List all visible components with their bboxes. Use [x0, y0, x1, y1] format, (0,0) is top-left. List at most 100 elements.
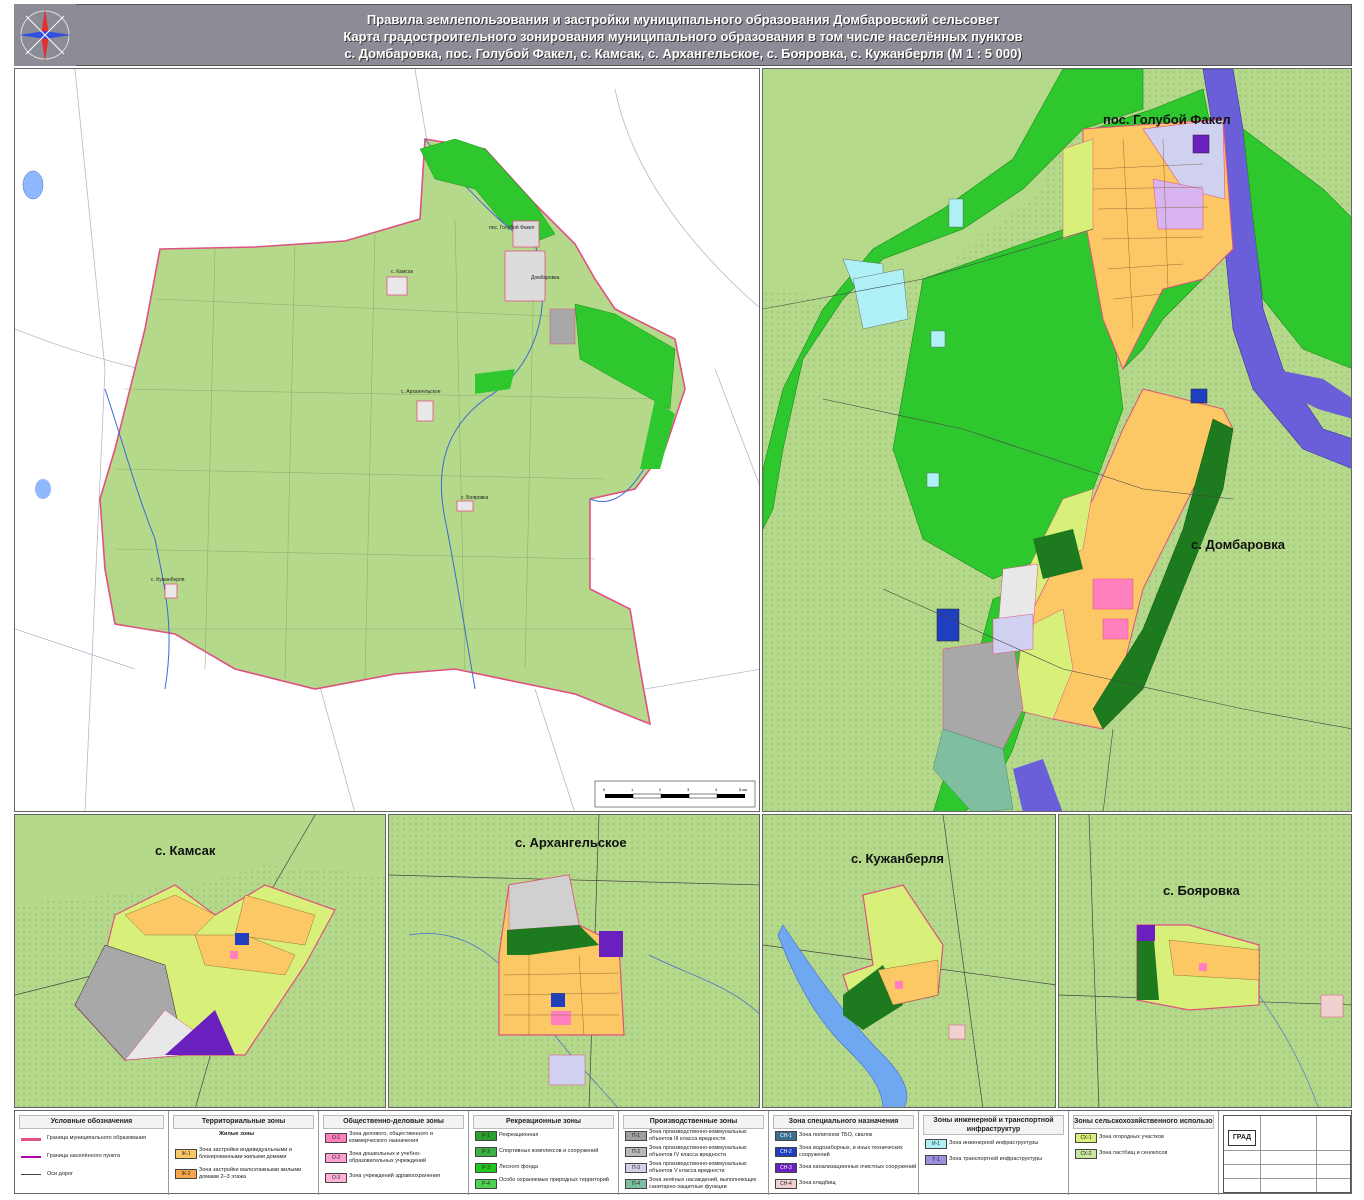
overview-settlement-kuzhanberlya[interactable]: [164, 583, 178, 599]
dombarovka-water-tech[interactable]: [1190, 388, 1208, 404]
kuzhanberlya-map-canvas[interactable]: с. Кужанберля: [763, 815, 1056, 1108]
legend-swatch-i1: И-1: [925, 1139, 947, 1149]
legend-swatch-o2: О-2: [325, 1153, 347, 1163]
dombarovka-title: с. Домбаровка: [1191, 537, 1286, 552]
dombarovka-public-center[interactable]: [1092, 578, 1134, 610]
golubov-special[interactable]: [1192, 134, 1210, 154]
legend-swatch-zh2: Ж-2: [175, 1169, 197, 1179]
legend-text-r4: Особо охраняемых природных территорий: [499, 1177, 609, 1183]
legend-municipal-boundary-line: [21, 1138, 41, 1141]
kamsak-title: с. Камсак: [155, 843, 216, 858]
overview-map-canvas[interactable]: пос. Голубой Факел Домбаровка с. Камсак …: [15, 69, 760, 812]
legend-text-o2: Зона дошкольных и учебно-образовательных…: [349, 1151, 427, 1164]
legend-text-zh1: Зона застройки индивидуальными и блокиро…: [199, 1147, 292, 1160]
legend-production: Производственные зоны П-1 Зона производс…: [619, 1111, 769, 1195]
legend-infrastructure: Зоны инженерной и транспортной инфрастру…: [919, 1111, 1069, 1195]
dombarovka-public-2[interactable]: [1102, 618, 1129, 640]
overview-label-kamsak: с. Камсак: [391, 269, 414, 275]
dombarovka-map-panel[interactable]: пос. Голубой Факел с. Домбаровка: [762, 68, 1352, 812]
overview-label-dombarovka: Домбаровка: [531, 275, 560, 281]
legend-settlement-boundary-text: Граница населённого пункта: [47, 1153, 120, 1159]
legend-text-r2: Спортивных комплексов и сооружений: [499, 1148, 599, 1154]
legend-text-p3: Зона производственно-коммунальных объект…: [649, 1161, 747, 1174]
legend-agricultural-title: Зоны сельскохозяйственного использования: [1073, 1115, 1214, 1129]
kuzhanberlya-map-panel[interactable]: с. Кужанберля: [762, 814, 1056, 1108]
legend-swatch-r2: Р-2: [475, 1147, 497, 1157]
infra-4: [948, 198, 964, 228]
legend-road-axis-text: Оси дорог: [47, 1171, 74, 1177]
legend-text-r3: Лесного фонда: [499, 1164, 538, 1170]
header-title-line3: с. Домбаровка, пос. Голубой Факел, с. Ка…: [344, 46, 1022, 61]
legend-swatch-t1: Т-1: [925, 1155, 947, 1165]
dombarovka-industrial[interactable]: [942, 638, 1024, 750]
boyarovka-cemetery[interactable]: [1320, 994, 1344, 1018]
legend-text-sn2: Зона водозаборных, и иных технических со…: [799, 1145, 903, 1158]
legend-public: Общественно-деловые зоны О-1 Зона делово…: [319, 1111, 469, 1195]
legend-text-sh1: Зона огородных участков: [1099, 1134, 1164, 1140]
scale-tick-5: 5 км: [739, 787, 747, 792]
overview-industrial: [549, 308, 576, 345]
dombarovka-water-tech-2[interactable]: [936, 608, 960, 642]
boyarovka-public[interactable]: [1199, 963, 1207, 971]
legend-territorial-title: Территориальные зоны: [173, 1115, 314, 1129]
map-legend: Условные обозначения Граница муниципальн…: [14, 1110, 1353, 1195]
arkhangelskoe-map-canvas[interactable]: с. Архангельское: [389, 815, 760, 1108]
legend-production-title: Производственные зоны: [623, 1115, 764, 1129]
kuzhanberlya-public[interactable]: [895, 981, 903, 989]
arkhangelskoe-map-panel[interactable]: с. Архангельское: [388, 814, 760, 1108]
infra-3: [930, 330, 946, 348]
kamsak-water-tech[interactable]: [235, 933, 249, 945]
kuzhanberlya-cemetery[interactable]: [948, 1024, 966, 1040]
boyarovka-map-panel[interactable]: с. Бояровка: [1058, 814, 1352, 1108]
dombarovka-industrial-v[interactable]: [992, 613, 1034, 655]
overview-label-boyarovka: с. Бояровка: [461, 495, 489, 501]
legend-swatch-p1: П-1: [625, 1131, 647, 1141]
overview-settlement-kamsak[interactable]: [386, 276, 408, 296]
kamsak-public[interactable]: [230, 951, 238, 959]
kamsak-map-canvas[interactable]: с. Камсак: [15, 815, 386, 1108]
kamsak-map-panel[interactable]: с. Камсак: [14, 814, 386, 1108]
arkhangelskoe-cemetery[interactable]: [548, 1054, 586, 1086]
legend-text-i1: Зона инженерной инфраструктуры: [949, 1140, 1039, 1146]
legend-swatch-sn2: СН-2: [775, 1147, 797, 1157]
legend-text-sn1: Зона полигонов ТБО, свалок: [799, 1132, 873, 1138]
arkhangelskoe-special[interactable]: [599, 931, 623, 957]
arkhangelskoe-public[interactable]: [551, 1011, 571, 1025]
header-title-line1: Правила землепользования и застройки мун…: [366, 12, 1000, 27]
legend-road-axis-line: [21, 1174, 41, 1175]
arkhangelskoe-title: с. Архангельское: [515, 835, 627, 850]
legend-swatch-sn4: СН-4: [775, 1179, 797, 1189]
legend-conventions: Условные обозначения Граница муниципальн…: [15, 1111, 169, 1195]
overview-map-panel[interactable]: пос. Голубой Факел Домбаровка с. Камсак …: [14, 68, 760, 812]
legend-text-t1: Зона транспортной инфраструктуры: [949, 1156, 1043, 1162]
legend-special: Зона специального назначения СН-1 Зона п…: [769, 1111, 919, 1195]
infra-5: [926, 472, 940, 488]
boyarovka-map-canvas[interactable]: с. Бояровка: [1059, 815, 1352, 1108]
legend-infrastructure-title: Зоны инженерной и транспортной инфрастру…: [923, 1115, 1064, 1135]
legend-text-r1: Рекреационная: [499, 1132, 539, 1138]
legend-swatch-r4: Р-4: [475, 1179, 497, 1189]
dombarovka-map-canvas[interactable]: пос. Голубой Факел с. Домбаровка: [763, 69, 1352, 812]
legend-swatch-zh1: Ж-1: [175, 1149, 197, 1159]
legend-swatch-p3: П-3: [625, 1163, 647, 1173]
overview-settlement-boyarovka[interactable]: [456, 500, 474, 512]
legend-residential: Территориальные зоны Жилые зоны Ж-1 Зона…: [169, 1111, 319, 1195]
legend-swatch-sh1: СХ-1: [1075, 1133, 1097, 1143]
org-logo: ГРАД: [1228, 1130, 1256, 1146]
kuzhanberlya-title: с. Кужанберля: [851, 851, 944, 866]
legend-special-title: Зона специального назначения: [773, 1115, 914, 1129]
infra-2: [852, 268, 909, 330]
golubov-garden[interactable]: [1062, 138, 1094, 240]
map-header: Правила землепользования и застройки мун…: [14, 4, 1352, 66]
arkhangelskoe-industrial[interactable]: [508, 874, 580, 931]
boyarovka-special[interactable]: [1137, 925, 1155, 941]
legend-swatch-o1: О-1: [325, 1133, 347, 1143]
legend-swatch-sn1: СН-1: [775, 1131, 797, 1141]
legend-text-o3: Зона учреждений здравоохранения: [349, 1173, 441, 1179]
overview-label-kuzhanberlya: с. Кужанберля: [151, 577, 185, 583]
legend-text-sn4: Зона кладбищ: [799, 1180, 836, 1186]
legend-public-title: Общественно-деловые зоны: [323, 1115, 464, 1129]
title-block: ГРАД: [1219, 1111, 1353, 1195]
overview-settlement-arkhangelskoe[interactable]: [416, 400, 434, 422]
arkhangelskoe-water-tech[interactable]: [551, 993, 565, 1007]
